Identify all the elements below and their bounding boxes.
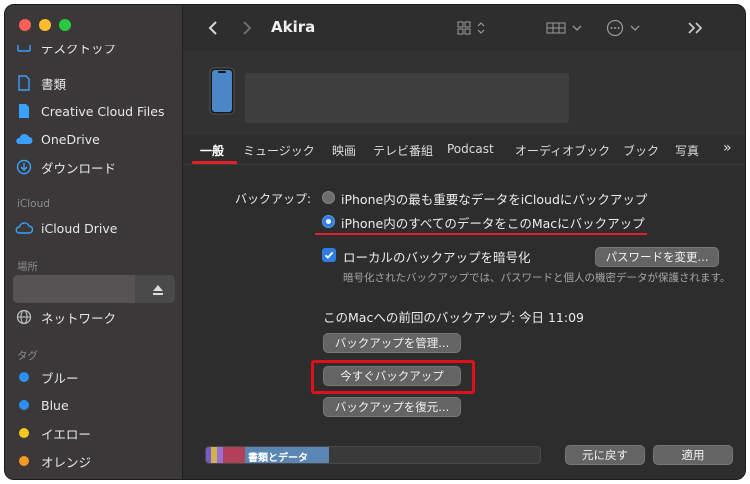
sidebar-item-desktop[interactable]: デスクトップ (15, 45, 116, 57)
encrypt-backup-label: ローカルのバックアップを暗号化 (343, 250, 531, 265)
tab-movies[interactable]: 映画 (332, 142, 356, 159)
restore-backup-button[interactable]: バックアップを復元... (323, 397, 461, 417)
encrypt-note: 暗号化されたバックアップでは、パスワードと個人の機密データが保護されます。 (343, 272, 731, 284)
tab-bar: 一般 ミュージック 映画 テレビ番組 Podcast オーディオブック ブック … (183, 135, 745, 165)
sidebar-item-network[interactable]: ネットワーク (15, 306, 116, 328)
sidebar-tag-orange[interactable]: オレンジ (15, 450, 91, 472)
window-title: Akira (271, 18, 316, 36)
tab-audiobooks[interactable]: オーディオブック (515, 142, 610, 159)
close-window-button[interactable] (19, 19, 31, 31)
backup-icloud-option-label[interactable]: iPhone内の最も重要なデータをiCloudにバックアップ (341, 189, 647, 208)
double-chevron-right-icon (688, 22, 703, 34)
forward-button[interactable] (237, 17, 257, 39)
sidebar-tag-blue[interactable]: Blue (15, 394, 69, 416)
backup-label: バックアップ: (235, 192, 312, 206)
sidebar-item-label: ブルー (41, 370, 79, 386)
finder-window: デスクトップ 書類 Creative Cloud Files OneDrive (4, 4, 746, 480)
backup-now-button[interactable]: 今すぐバックアップ (323, 366, 461, 386)
sidebar-item-device[interactable] (13, 275, 175, 303)
tab-tv-shows[interactable]: テレビ番組 (373, 142, 433, 159)
storage-segment-label: 書類とデータ (248, 453, 308, 464)
eject-icon[interactable] (151, 282, 165, 296)
group-button[interactable] (543, 17, 587, 39)
backup-mac-option-label[interactable]: iPhone内のすべてのデータをこのMacにバックアップ (341, 213, 645, 232)
sidebar-item-label: Creative Cloud Files (41, 103, 165, 119)
tag-color-icon (19, 400, 29, 410)
sidebar-item-label: OneDrive (41, 131, 100, 147)
sidebar-tag-blue-jp[interactable]: ブルー (15, 366, 79, 388)
cloud-icon (15, 219, 33, 237)
main-pane: Akira 一般 ミュージック 映画 テレビ番組 Podcast オーディオブッ… (183, 5, 745, 479)
sidebar-item-downloads[interactable]: ダウンロード (15, 156, 116, 178)
last-backup-text: このMacへの前回のバックアップ: 今日 11:09 (323, 310, 584, 325)
chevron-right-icon (243, 21, 252, 35)
group-grid-icon (546, 22, 582, 34)
tag-color-icon (19, 456, 29, 466)
device-name-redacted (245, 73, 569, 123)
sidebar-item-label: ダウンロード (41, 160, 117, 176)
backup-icloud-radio[interactable] (322, 191, 335, 204)
sidebar-item-label: オレンジ (41, 454, 92, 470)
tab-music[interactable]: ミュージック (243, 142, 315, 159)
ellipsis-circle-icon (606, 19, 640, 37)
tab-books[interactable]: ブック (623, 142, 659, 159)
iphone-icon (209, 67, 235, 115)
sidebar-header-tags: タグ (17, 350, 38, 362)
sidebar-item-label: 書類 (41, 76, 67, 92)
manage-backups-button[interactable]: バックアップを管理... (323, 333, 461, 353)
tag-color-icon (19, 372, 29, 382)
apply-button[interactable]: 適用 (653, 445, 733, 465)
tab-photos[interactable]: 写真 (675, 142, 699, 159)
sidebar-item-icloud-drive[interactable]: iCloud Drive (15, 217, 117, 239)
tab-podcast[interactable]: Podcast (447, 142, 494, 156)
backup-mac-radio[interactable] (322, 215, 335, 228)
sidebar-header-icloud: iCloud (17, 198, 50, 210)
device-header (183, 51, 745, 135)
sidebar-tag-yellow[interactable]: イエロー (15, 422, 91, 444)
sidebar-item-label: デスクトップ (41, 45, 117, 56)
storage-bar: 書類とデータ (205, 446, 541, 464)
minimize-window-button[interactable] (39, 19, 51, 31)
sidebar: デスクトップ 書類 Creative Cloud Files OneDrive (5, 5, 183, 479)
cloud-icon (15, 130, 33, 148)
sidebar-item-label: イエロー (41, 426, 91, 442)
sidebar-item-label: iCloud Drive (41, 220, 118, 236)
sidebar-item-onedrive[interactable]: OneDrive (15, 128, 100, 150)
encrypt-backup-checkbox[interactable] (322, 248, 336, 262)
tag-color-icon (19, 428, 29, 438)
app-window: デスクトップ 書類 Creative Cloud Files OneDrive (0, 0, 750, 484)
zoom-window-button[interactable] (59, 19, 71, 31)
active-tab-highlight (192, 161, 237, 164)
desktop-icon (15, 45, 33, 57)
tab-general[interactable]: 一般 (200, 142, 224, 159)
chevron-left-icon (208, 21, 217, 35)
toolbar: Akira (183, 5, 745, 51)
file-icon (15, 102, 33, 120)
sidebar-item-documents[interactable]: 書類 (15, 72, 66, 94)
storage-segment (223, 447, 245, 463)
toolbar-overflow-button[interactable] (685, 17, 705, 39)
grid-view-icon (457, 21, 485, 35)
revert-button[interactable]: 元に戻す (565, 445, 645, 465)
sidebar-item-creative-cloud[interactable]: Creative Cloud Files (15, 100, 165, 122)
highlight-underline (315, 233, 647, 235)
change-password-button[interactable]: パスワードを変更... (595, 247, 719, 267)
download-icon (15, 158, 33, 176)
checkmark-icon (324, 251, 334, 259)
device-name-redacted (13, 275, 135, 303)
back-button[interactable] (203, 17, 223, 39)
view-toggle-button[interactable] (453, 17, 493, 39)
globe-icon (15, 308, 33, 326)
tabs-overflow-icon[interactable]: » (723, 140, 732, 156)
window-controls (19, 19, 71, 31)
document-icon (15, 74, 33, 92)
action-menu-button[interactable] (605, 17, 645, 39)
sidebar-header-locations: 場所 (17, 261, 38, 273)
sidebar-item-label: ネットワーク (41, 310, 117, 326)
sidebar-item-label: Blue (41, 397, 69, 413)
